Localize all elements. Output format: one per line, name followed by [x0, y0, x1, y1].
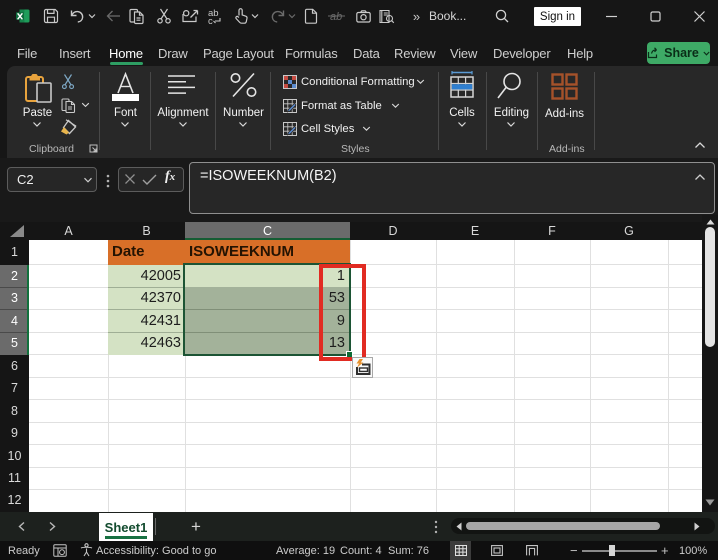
svg-text:c: c	[208, 16, 213, 25]
svg-text:ab: ab	[330, 11, 342, 23]
